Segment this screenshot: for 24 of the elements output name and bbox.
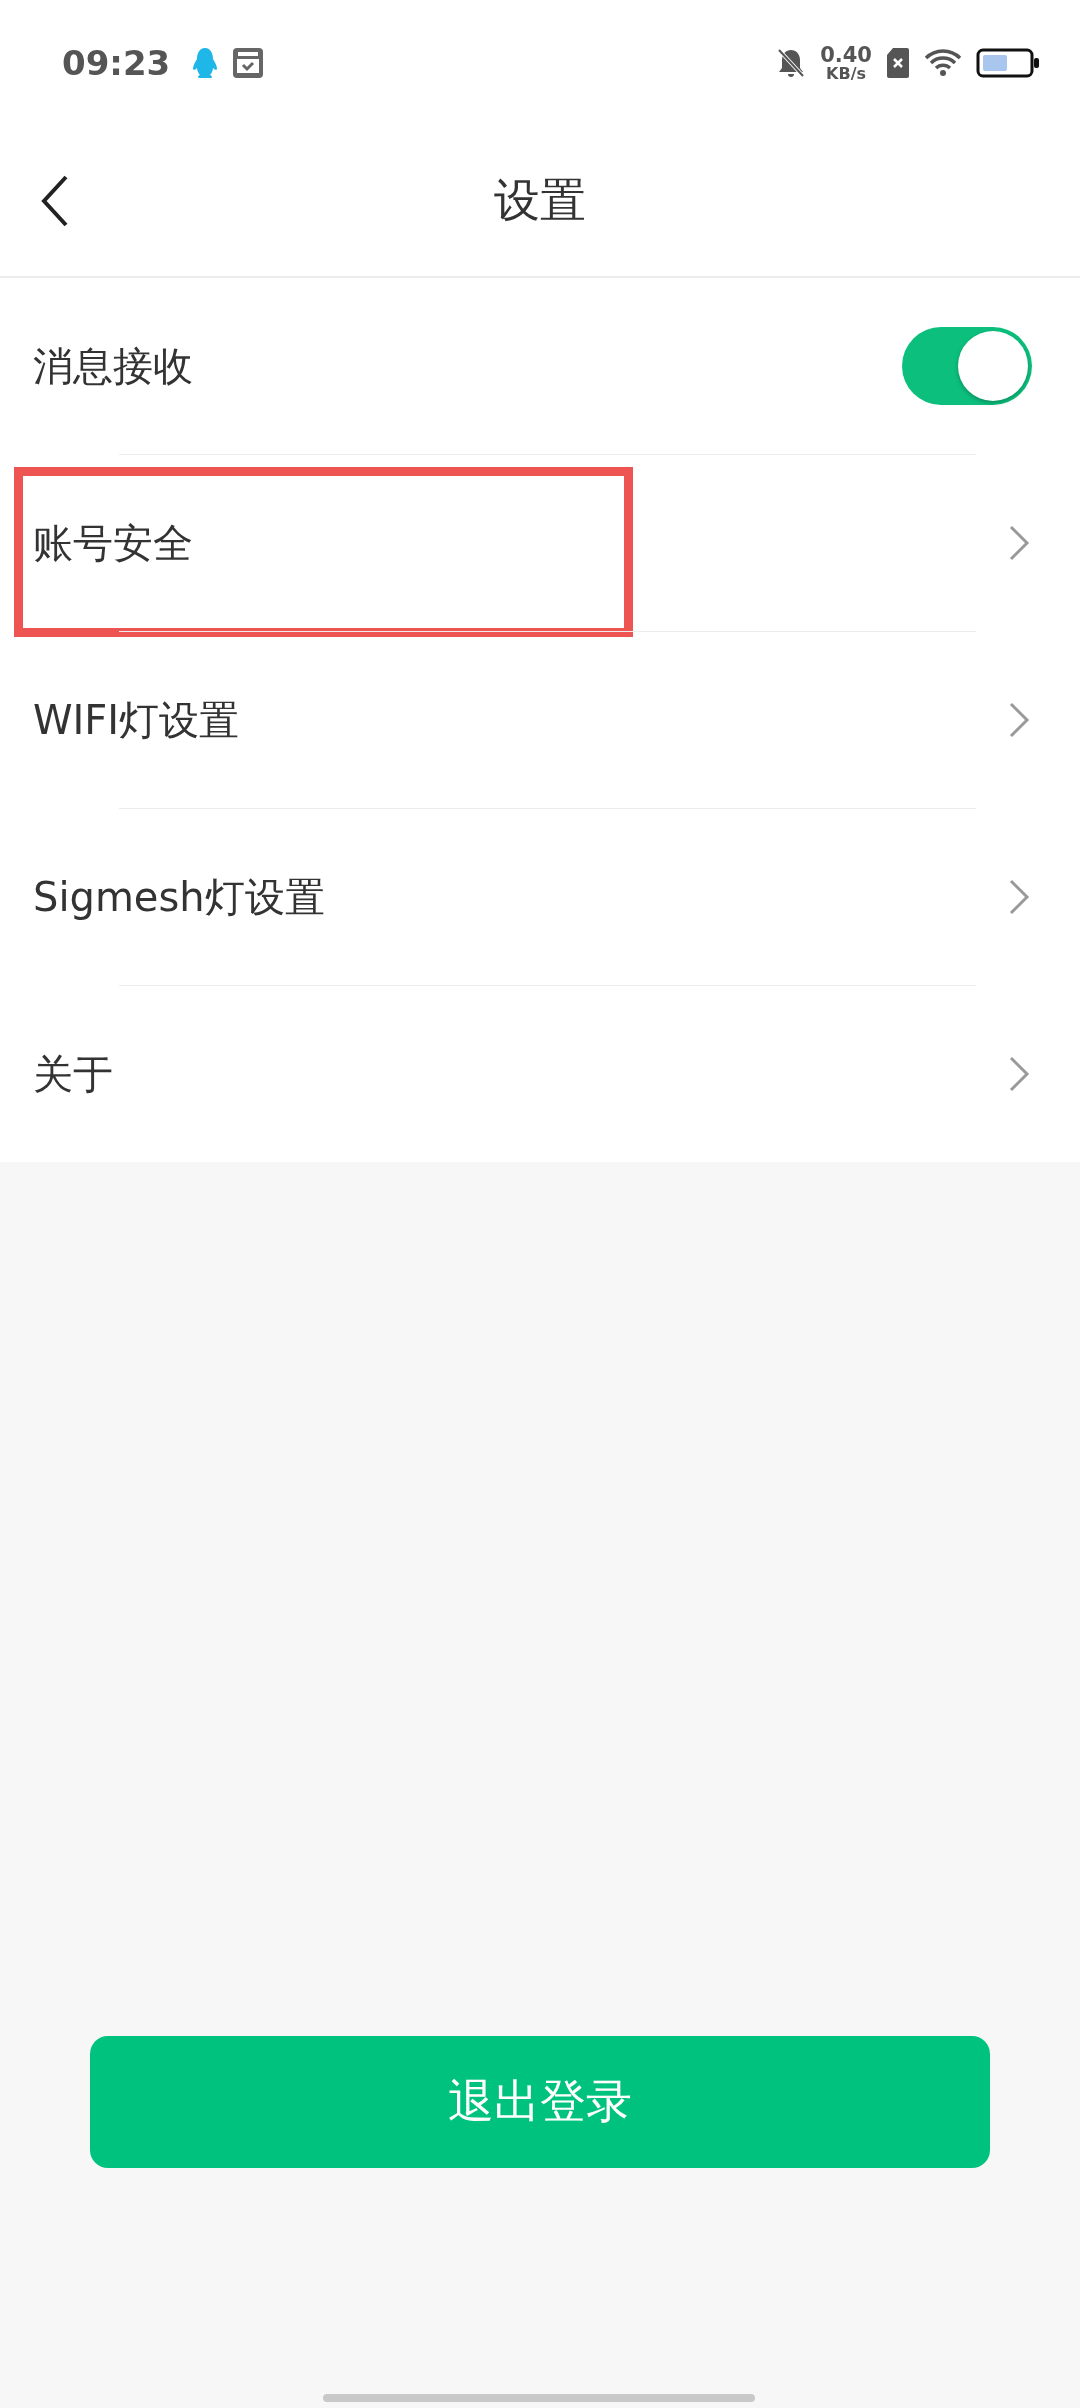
setting-label: Sigmesh灯设置 <box>33 872 326 922</box>
setting-label: 关于 <box>33 1049 114 1099</box>
setting-label: 账号安全 <box>33 518 194 568</box>
penguin-icon <box>192 47 219 79</box>
bell-muted-icon <box>776 47 807 79</box>
network-speed: 0.40 <box>820 44 872 66</box>
settings-row[interactable]: WIFI灯设置 <box>0 631 1080 808</box>
setting-label: WIFI灯设置 <box>33 695 241 745</box>
chevron-right-icon <box>1008 701 1030 739</box>
settings-row[interactable]: Sigmesh灯设置 <box>0 808 1080 985</box>
page-title: 设置 <box>494 172 586 229</box>
chevron-right-icon <box>1008 1055 1030 1093</box>
chevron-right-icon <box>1008 878 1030 916</box>
settings-row[interactable]: 账号安全 <box>0 454 1080 631</box>
inbox-icon <box>232 47 265 79</box>
settings-row[interactable]: 消息接收 <box>0 278 1080 454</box>
settings-row[interactable]: 关于 <box>0 985 1080 1162</box>
battery-icon <box>976 48 1040 78</box>
wifi-icon <box>924 48 962 78</box>
setting-label: 消息接收 <box>33 341 194 391</box>
chevron-right-icon <box>1008 524 1030 562</box>
sim-card-icon <box>886 47 910 79</box>
network-speed-unit: KB/s <box>826 65 867 82</box>
status-time: 09:23 <box>62 43 171 83</box>
